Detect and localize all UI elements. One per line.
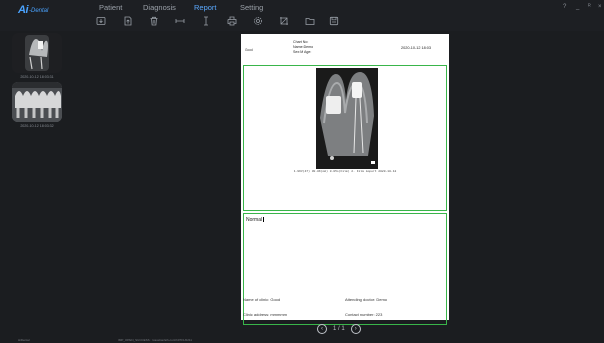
chevron-right-icon: › <box>354 326 357 332</box>
clinic-address: Clinic address: mmmmm <box>243 312 288 317</box>
image-caption: 1.9KV(47) 30.0K(mA) 0.05s(Film) 2. Film … <box>293 170 397 173</box>
periapical-xray-image <box>316 68 378 169</box>
measure-horizontal-icon <box>175 19 185 23</box>
report-image-area[interactable]: 1.9KV(47) 30.0K(mA) 0.05s(Film) 2. Film … <box>243 65 447 211</box>
close-button[interactable]: × <box>598 4 602 10</box>
restore-button[interactable]: ᴿ <box>588 4 591 10</box>
delete-button[interactable] <box>148 15 160 27</box>
tab-setting[interactable]: Setting <box>240 3 263 12</box>
measure-vertical-button[interactable] <box>200 15 212 27</box>
report-page: Good Chart No: Name:Demo Sex:M Age: 2020… <box>241 34 449 325</box>
current-page: 1 <box>333 326 337 332</box>
tab-report[interactable]: Report <box>194 3 217 12</box>
diagnosis-notes-area[interactable]: Normal <box>243 213 447 325</box>
status-bar: HiDental IMP_OPEN_SUCCESS : /cavebar/ath… <box>0 338 604 343</box>
print-button[interactable] <box>226 15 238 27</box>
page-navigator: ‹ 1 / 1 › <box>317 323 361 335</box>
settings-button[interactable] <box>252 15 264 27</box>
clinic-name: Name of clinic: Good <box>243 297 281 302</box>
tab-patient[interactable]: Patient <box>99 3 122 12</box>
crop-icon <box>280 17 288 25</box>
clinic-logo: Good <box>245 48 253 52</box>
export-icon <box>124 16 132 26</box>
patient-sex-age: Sex:M Age: <box>293 50 312 54</box>
total-pages: 1 <box>341 326 345 332</box>
app-window: Ai -Dental Patient Diagnosis Report Sett… <box>0 0 604 343</box>
chevron-left-icon: ‹ <box>321 326 323 332</box>
app-logo: Ai -Dental <box>18 3 48 16</box>
logo-sub: -Dental <box>29 8 49 14</box>
image-thumbnail[interactable]: 2020-10-12 18:03:32 <box>12 82 62 128</box>
tab-diagnosis[interactable]: Diagnosis <box>143 3 176 12</box>
periapical-xray-thumbnail <box>12 33 62 73</box>
top-bar: Ai -Dental Patient Diagnosis Report Sett… <box>0 0 604 31</box>
print-icon <box>227 16 237 26</box>
thumbnail-caption: 2020-10-12 18:03:32 <box>20 124 54 128</box>
contact-number: Contact number: 223 <box>345 312 383 317</box>
import-icon <box>96 17 106 25</box>
measure-horizontal-button[interactable] <box>174 15 186 27</box>
thumbnail-caption: 2020-10-12 18:03:31 <box>20 75 54 79</box>
import-button[interactable] <box>95 15 107 27</box>
help-button[interactable]: ? <box>563 4 566 10</box>
save-icon <box>329 16 339 26</box>
report-date: 2020-10-12 18:03 <box>401 46 431 50</box>
image-thumbnail[interactable]: 2020-10-12 18:03:31 <box>12 33 62 79</box>
page-indicator: 1 / 1 <box>333 326 345 332</box>
settings-icon <box>254 17 262 25</box>
status-user: HiDental <box>18 338 30 342</box>
export-button[interactable] <box>122 15 134 27</box>
page-separator: / <box>338 326 340 332</box>
attending-doctor: Attending doctor: Demo <box>345 297 388 302</box>
patient-info: Chart No: Name:Demo Sex:M Age: <box>293 40 313 55</box>
prev-page-button[interactable]: ‹ <box>317 324 327 334</box>
bitewing-xray-thumbnail <box>12 82 62 122</box>
diagnosis-notes-text: Normal <box>246 217 263 223</box>
crop-button[interactable] <box>278 15 290 27</box>
logo-main: Ai <box>18 3 29 16</box>
next-page-button[interactable]: › <box>350 324 361 334</box>
status-message: IMP_OPEN_SUCCESS : /cavebar/ath-cur/ch07… <box>118 338 192 342</box>
save-button[interactable] <box>328 15 340 27</box>
folder-icon <box>305 18 315 25</box>
minimize-button[interactable]: _ <box>576 4 579 10</box>
open-folder-button[interactable] <box>304 15 316 27</box>
measure-vertical-icon <box>204 16 208 26</box>
text-caret <box>262 217 264 223</box>
delete-icon <box>150 16 158 26</box>
